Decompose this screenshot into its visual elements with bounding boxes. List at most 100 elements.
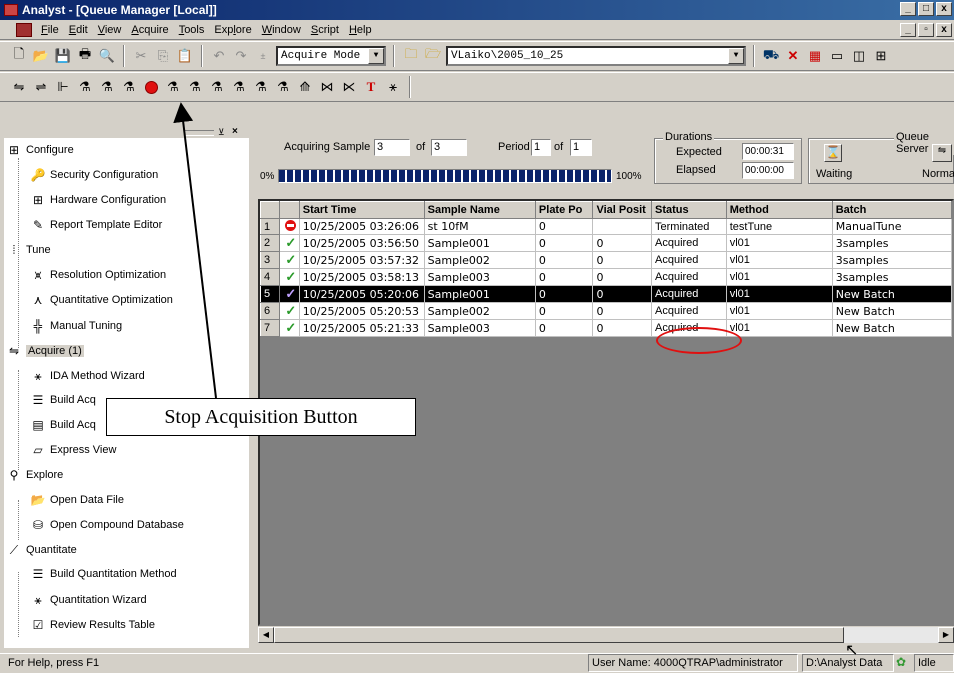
column-header-batch[interactable]: Batch [831, 201, 952, 219]
cell-batch[interactable]: ManualTune [831, 218, 952, 235]
mdi-restore-button[interactable]: ▫ [918, 23, 934, 37]
cell-vial[interactable]: 0 [592, 234, 652, 252]
tree-item-open-data-file[interactable]: 📂 Open Data File [30, 493, 124, 507]
paste-icon[interactable]: 📋 [176, 47, 194, 65]
tree-item-quantitative-optimization[interactable]: ⋏ Quantitative Optimization [30, 293, 173, 307]
tree-item-build-acq[interactable]: ▤ Build Acq [30, 418, 96, 432]
menu-file[interactable]: File [36, 24, 64, 36]
cell-sample[interactable]: Sample003 [423, 268, 536, 286]
cell-start[interactable]: 10/25/2005 03:58:13 [298, 268, 425, 286]
close-icon[interactable]: × [232, 126, 238, 137]
tree-item-explore[interactable]: ⚲ Explore [6, 468, 64, 482]
cell-batch[interactable]: New Batch [831, 302, 952, 320]
tree-item-build-quantitation-method[interactable]: ☰ Build Quantitation Method [30, 567, 177, 581]
check-status-icon-cell[interactable]: ✓ [278, 234, 300, 252]
cell-sample[interactable]: Sample001 [423, 285, 536, 303]
cell-status[interactable]: Acquired [651, 302, 727, 320]
close-button[interactable]: x [936, 2, 952, 16]
check-status-icon-cell[interactable]: ✓ [278, 285, 300, 303]
flask-standby-icon[interactable]: ⚗ [230, 78, 248, 96]
cell-status[interactable]: Acquired [651, 234, 727, 252]
cell-method[interactable]: vl01 [725, 251, 833, 269]
cell-method[interactable]: testTune [725, 218, 833, 235]
cell-n[interactable]: 7 [260, 319, 280, 337]
minimize-button[interactable]: _ [900, 2, 916, 16]
column-header-status[interactable]: Status [651, 201, 727, 219]
cell-sample[interactable]: Sample001 [423, 234, 536, 252]
save-icon[interactable]: 💾 [54, 47, 72, 65]
flask-icon[interactable]: ⚗ [76, 78, 94, 96]
flask-chart-icon[interactable]: ⚗ [208, 78, 226, 96]
cell-vial[interactable]: 0 [592, 285, 652, 303]
cell-n[interactable]: 5 [260, 285, 280, 303]
open-folder-icon[interactable]: 📂 [32, 47, 50, 65]
cell-batch[interactable]: New Batch [831, 285, 952, 303]
text-icon[interactable]: T [362, 78, 380, 96]
flask-pause-icon[interactable]: ⚗ [120, 78, 138, 96]
peak-icon[interactable]: ⟰ [296, 78, 314, 96]
cell-sample[interactable]: Sample002 [423, 302, 536, 320]
cell-n[interactable]: 3 [260, 251, 280, 269]
tree-item-configure[interactable]: ⊞ Configure [6, 143, 74, 157]
cell-start[interactable]: 10/25/2005 05:20:53 [298, 302, 425, 320]
cell-batch[interactable]: New Batch [831, 319, 952, 337]
column-header-blank-1[interactable] [278, 201, 300, 219]
table-row[interactable]: 4 ✓ 10/25/2005 03:58:13 Sample003 0 0 Acquired… [260, 268, 952, 286]
menu-explore[interactable]: Explore [209, 24, 256, 36]
flask-start-icon[interactable]: ⚗ [98, 78, 116, 96]
cell-batch[interactable]: 3samples [831, 234, 952, 252]
hourglass-icon[interactable]: ⌛ [824, 144, 842, 162]
menu-view[interactable]: View [93, 24, 127, 36]
table-row[interactable]: 2 ✓ 10/25/2005 03:56:50 Sample001 0 0 Acquired… [260, 234, 952, 252]
spectrum-icon[interactable]: ⋉ [340, 78, 358, 96]
table-row[interactable]: 3 ✓ 10/25/2005 03:57:32 Sample002 0 0 Acquired… [260, 251, 952, 269]
project-path-select[interactable]: VLaiko\2005_10_25 ▼ [446, 46, 746, 66]
split-window-icon[interactable]: ◫ [850, 47, 868, 65]
document-icon[interactable] [16, 22, 32, 37]
table-row[interactable]: 5 ✓ 10/25/2005 05:20:06 Sample001 0 0 Acquired… [260, 285, 952, 303]
grid-window-icon[interactable]: ⊞ [872, 47, 890, 65]
flask-next-icon[interactable]: ⚗ [164, 78, 182, 96]
tree-item-report-template-editor[interactable]: ✎ Report Template Editor [30, 218, 162, 232]
cell-vial[interactable]: 0 [592, 251, 652, 269]
cell-batch[interactable]: 3samples [831, 268, 952, 286]
flask-stack-icon[interactable]: ⚗ [186, 78, 204, 96]
cell-start[interactable]: 10/25/2005 03:56:50 [298, 234, 425, 252]
cell-plate[interactable]: 0 [534, 218, 594, 235]
tree-item-ida-method-wizard[interactable]: ⚹ IDA Method Wizard [30, 369, 144, 383]
project-icon[interactable]: 🗁 [424, 46, 442, 65]
cell-status[interactable]: Acquired [651, 268, 727, 286]
tree-item-acquire-1[interactable]: ⇋ Acquire (1) [6, 344, 84, 358]
cell-vial[interactable]: 0 [592, 302, 652, 320]
print-icon[interactable]: 🖶 [76, 46, 94, 65]
check-status-icon-cell[interactable]: ✓ [278, 251, 300, 269]
chevron-down-icon[interactable]: ▼ [368, 48, 384, 64]
cell-method[interactable]: vl01 [725, 319, 833, 337]
mdi-close-button[interactable]: x [936, 23, 952, 37]
table-red-icon[interactable]: ▦ [806, 47, 824, 65]
scroll-left-icon[interactable]: ◀ [258, 627, 274, 643]
column-header-blank-0[interactable] [260, 201, 280, 219]
cell-status[interactable]: Acquired [651, 251, 727, 269]
delete-icon[interactable]: ✕ [784, 47, 802, 65]
cell-plate[interactable]: 0 [534, 285, 594, 303]
cell-plate[interactable]: 0 [534, 234, 594, 252]
cell-vial[interactable] [592, 218, 652, 235]
cell-batch[interactable]: 3samples [831, 251, 952, 269]
cell-start[interactable]: 10/25/2005 03:26:06 [298, 218, 425, 235]
cell-sample[interactable]: Sample002 [423, 251, 536, 269]
table-row[interactable]: 1 10/25/2005 03:26:06 st 10fM 0 Terminated te… [260, 218, 952, 235]
flask-ready-icon[interactable]: ⚗ [274, 78, 292, 96]
check-status-icon-cell[interactable]: ✓ [278, 302, 300, 320]
redo-icon[interactable]: ↷ [232, 47, 250, 65]
dropdown-arrow-icon[interactable]: ± [254, 47, 272, 65]
cell-start[interactable]: 10/25/2005 05:21:33 [298, 319, 425, 337]
cell-sample[interactable]: Sample003 [423, 319, 536, 337]
cell-n[interactable]: 4 [260, 268, 280, 286]
check-status-icon-cell[interactable]: ✓ [278, 268, 300, 286]
menu-window[interactable]: Window [257, 24, 306, 36]
column-header-vial-posit[interactable]: Vial Posit [592, 201, 652, 219]
print-preview-icon[interactable]: 🔍 [98, 47, 116, 65]
tree-item-hardware-configuration[interactable]: ⊞ Hardware Configuration [30, 193, 166, 207]
sample-tree-icon[interactable]: ⊩ [54, 78, 72, 96]
